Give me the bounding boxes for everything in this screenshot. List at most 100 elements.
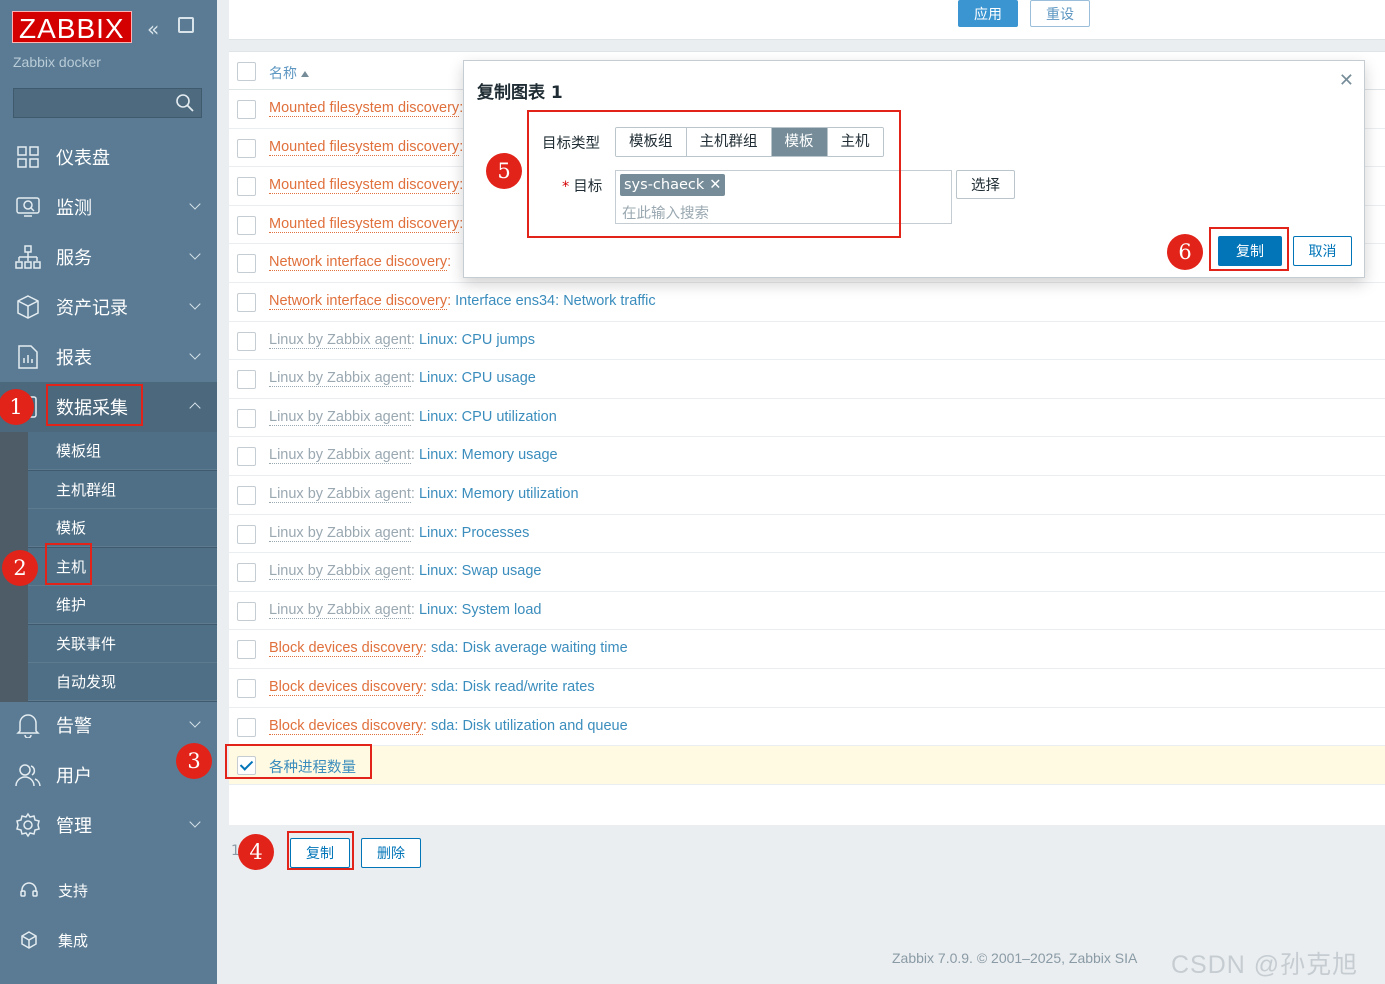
graph-host-part[interactable]: Linux xyxy=(419,486,454,502)
graph-name-link[interactable]: Memory usage xyxy=(462,447,558,463)
submenu-host-groups[interactable]: 主机群组 xyxy=(28,470,217,509)
table-footer xyxy=(229,784,1385,825)
graph-host-part[interactable]: Linux xyxy=(419,409,454,425)
row-checkbox[interactable] xyxy=(237,408,256,428)
menu-monitoring[interactable]: 监测 xyxy=(0,182,217,232)
graph-host-part[interactable]: Linux xyxy=(419,370,454,386)
submenu-event-correlation[interactable]: 关联事件 xyxy=(28,624,217,663)
users-icon xyxy=(14,761,42,789)
graph-prefix-link[interactable]: Mounted filesystem discovery xyxy=(269,215,460,233)
annotation-box-5 xyxy=(527,110,901,238)
row-checkbox[interactable] xyxy=(237,524,256,544)
row-checkbox[interactable] xyxy=(237,138,256,158)
graph-prefix-link[interactable]: Linux by Zabbix agent xyxy=(269,331,411,349)
graph-host-part[interactable]: Linux xyxy=(419,563,454,579)
menu-support[interactable]: 支持 xyxy=(0,870,217,910)
table-row: Linux by Zabbix agent: Linux: CPU usage xyxy=(229,360,1385,399)
graph-prefix-link[interactable]: Linux by Zabbix agent xyxy=(269,601,411,619)
graph-prefix-link[interactable]: Network interface discovery xyxy=(269,254,448,272)
menu-reports[interactable]: 报表 xyxy=(0,332,217,382)
graph-name-link[interactable]: Memory utilization xyxy=(462,486,579,502)
apply-button[interactable]: 应用 xyxy=(958,0,1018,27)
graph-name-link[interactable]: Disk utilization and queue xyxy=(462,718,627,734)
row-checkbox[interactable] xyxy=(237,370,256,390)
submenu-maintenance[interactable]: 维护 xyxy=(28,586,217,624)
graph-name-link[interactable]: Swap usage xyxy=(462,563,542,579)
graph-name-link[interactable]: System load xyxy=(462,602,542,618)
graph-name-link[interactable]: Processes xyxy=(462,525,530,541)
collapse-sidebar-icon[interactable]: « xyxy=(147,17,159,41)
mass-delete-button[interactable]: 删除 xyxy=(361,838,421,868)
graph-prefix-link[interactable]: Block devices discovery xyxy=(269,678,423,696)
row-checkbox[interactable] xyxy=(237,601,256,621)
row-checkbox[interactable] xyxy=(237,292,256,312)
graph-host-part[interactable]: sda xyxy=(431,679,454,695)
graph-name-cell: Linux by Zabbix agent: Linux: CPU jumps xyxy=(269,331,535,349)
select-button[interactable]: 选择 xyxy=(956,170,1015,199)
row-checkbox[interactable] xyxy=(237,215,256,235)
graph-host-part[interactable]: sda xyxy=(431,640,454,656)
graph-prefix-link[interactable]: Block devices discovery xyxy=(269,717,423,735)
sidebar-search-input[interactable] xyxy=(13,88,202,118)
submenu-label: 主机群组 xyxy=(56,480,117,499)
annotation-box-4 xyxy=(287,831,354,870)
name-column-header[interactable]: 名称 xyxy=(269,63,309,83)
menu-dashboards[interactable]: 仪表盘 xyxy=(0,132,217,182)
graph-host-part[interactable]: Linux xyxy=(419,525,454,541)
graph-prefix-link[interactable]: Linux by Zabbix agent xyxy=(269,485,411,503)
search-icon[interactable] xyxy=(175,93,195,113)
annotation-badge-3: 3 xyxy=(176,743,212,779)
graph-name-link[interactable]: CPU jumps xyxy=(462,332,535,348)
row-checkbox[interactable] xyxy=(237,447,256,467)
submenu-discovery[interactable]: 自动发现 xyxy=(28,663,217,701)
row-checkbox[interactable] xyxy=(237,717,256,737)
graph-name-cell: Block devices discovery: sda: Disk avera… xyxy=(269,640,628,658)
submenu-template-groups[interactable]: 模板组 xyxy=(28,432,217,470)
graph-name-link[interactable]: Disk read/write rates xyxy=(462,679,594,695)
graph-name-link[interactable]: Disk average waiting time xyxy=(462,640,627,656)
kiosk-mode-icon[interactable] xyxy=(178,17,194,33)
close-icon[interactable]: ✕ xyxy=(1339,70,1354,91)
menu-integrations[interactable]: 集成 xyxy=(0,920,217,960)
row-checkbox[interactable] xyxy=(237,254,256,274)
graph-host-part[interactable]: Interface ens34 xyxy=(455,293,555,309)
dialog-title: 复制图表 1 xyxy=(477,83,563,103)
select-all-checkbox[interactable] xyxy=(237,62,256,81)
graph-host-part[interactable]: Linux xyxy=(419,447,454,463)
graph-name-link[interactable]: CPU utilization xyxy=(462,409,557,425)
graph-prefix-link[interactable]: Linux by Zabbix agent xyxy=(269,524,411,542)
graph-host-part[interactable]: Linux xyxy=(419,602,454,618)
graph-prefix-link[interactable]: Linux by Zabbix agent xyxy=(269,447,411,465)
reset-button[interactable]: 重设 xyxy=(1030,0,1090,27)
menu-alerts[interactable]: 告警 xyxy=(0,700,217,750)
graph-prefix-link[interactable]: Block devices discovery xyxy=(269,640,423,658)
graph-prefix-link[interactable]: Mounted filesystem discovery xyxy=(269,138,460,156)
row-checkbox[interactable] xyxy=(237,100,256,119)
graph-name-cell: Linux by Zabbix agent: Linux: CPU utiliz… xyxy=(269,408,557,426)
menu-services[interactable]: 服务 xyxy=(0,232,217,282)
graph-name-link[interactable]: Network traffic xyxy=(563,293,655,309)
zabbix-logo[interactable]: ZABBIX xyxy=(12,11,132,44)
graph-host-part[interactable]: sda xyxy=(431,718,454,734)
menu-inventory[interactable]: 资产记录 xyxy=(0,282,217,332)
graph-prefix-link[interactable]: Linux by Zabbix agent xyxy=(269,408,411,426)
row-checkbox[interactable] xyxy=(237,640,256,660)
submenu-templates[interactable]: 模板 xyxy=(28,509,217,547)
row-checkbox[interactable] xyxy=(237,331,256,351)
graph-name-link[interactable]: CPU usage xyxy=(462,370,536,386)
prefix-separator: : xyxy=(422,717,431,734)
cancel-button[interactable]: 取消 xyxy=(1293,236,1352,266)
graph-prefix-link[interactable]: Linux by Zabbix agent xyxy=(269,370,411,388)
row-checkbox[interactable] xyxy=(237,177,256,197)
graph-prefix-link[interactable]: Linux by Zabbix agent xyxy=(269,563,411,581)
row-checkbox[interactable] xyxy=(237,678,256,698)
graph-host-part[interactable]: Linux xyxy=(419,332,454,348)
row-checkbox[interactable] xyxy=(237,485,256,505)
graph-prefix-link[interactable]: Network interface discovery xyxy=(269,292,448,310)
graph-prefix-link[interactable]: Mounted filesystem discovery xyxy=(269,177,460,195)
graph-name-cell: Linux by Zabbix agent: Linux: Memory uti… xyxy=(269,485,579,503)
row-checkbox[interactable] xyxy=(237,563,256,583)
graph-prefix-link[interactable]: Mounted filesystem discovery xyxy=(269,100,460,117)
integrations-icon xyxy=(16,927,42,953)
menu-administration[interactable]: 管理 xyxy=(0,800,217,850)
